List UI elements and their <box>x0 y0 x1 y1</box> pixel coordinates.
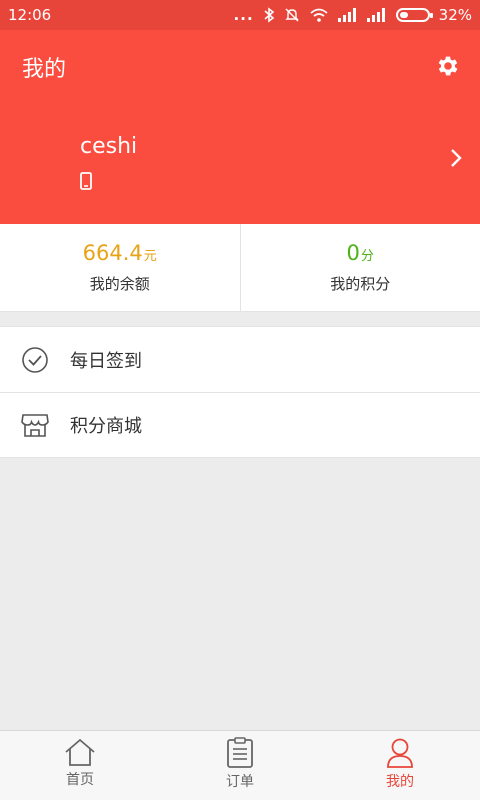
page-title: 我的 <box>22 57 67 82</box>
profile-header: 我的 ceshi <box>0 30 480 224</box>
signal-icon <box>337 8 358 22</box>
bottom-tab-bar: 首页 订单 我的 <box>0 730 480 800</box>
tab-orders[interactable]: 订单 <box>160 731 320 800</box>
tab-label: 我的 <box>386 774 414 790</box>
tab-label: 订单 <box>226 774 254 790</box>
profile-row[interactable]: ceshi <box>0 126 480 198</box>
status-time: 12:06 <box>8 6 52 24</box>
menu-list: 每日签到 积分商城 <box>0 326 480 458</box>
menu-item-points-mall[interactable]: 积分商城 <box>0 392 480 457</box>
settings-button[interactable] <box>434 52 462 80</box>
tab-mine[interactable]: 我的 <box>320 731 480 800</box>
username: ceshi <box>80 134 138 159</box>
silent-bell-icon <box>284 7 300 23</box>
notification-dots: ... <box>233 6 254 24</box>
balance-unit: 元 <box>143 249 157 264</box>
tab-label: 首页 <box>66 772 94 788</box>
account-stats: 664.4元 我的余额 0分 我的积分 <box>0 224 480 312</box>
points-label: 我的积分 <box>330 275 391 293</box>
balance-value: 664.4 <box>82 241 143 265</box>
points-value: 0 <box>346 241 360 265</box>
user-icon <box>387 738 413 768</box>
signal-icon <box>366 8 387 22</box>
store-icon <box>20 410 50 440</box>
status-icons: ... 32% <box>234 6 472 24</box>
check-circle-icon <box>20 345 50 375</box>
status-bar: 12:06 ... 32% <box>0 0 480 30</box>
wifi-icon <box>309 7 329 23</box>
points-stat[interactable]: 0分 我的积分 <box>239 224 480 311</box>
battery-icon <box>395 8 433 22</box>
points-unit: 分 <box>360 249 374 264</box>
order-list-icon <box>227 737 253 768</box>
menu-label: 积分商城 <box>70 416 142 437</box>
menu-label: 每日签到 <box>70 350 142 372</box>
balance-stat[interactable]: 664.4元 我的余额 <box>0 224 240 311</box>
battery-fill <box>399 12 408 18</box>
battery-text: 32% <box>438 6 472 24</box>
balance-label: 我的余额 <box>89 275 150 293</box>
phone-icon <box>80 172 92 194</box>
home-icon <box>65 738 95 766</box>
chevron-right-icon[interactable] <box>450 148 462 172</box>
tab-home[interactable]: 首页 <box>0 731 160 800</box>
gear-icon <box>438 56 458 76</box>
menu-item-daily-checkin[interactable]: 每日签到 <box>0 327 480 392</box>
bluetooth-icon <box>263 7 275 23</box>
